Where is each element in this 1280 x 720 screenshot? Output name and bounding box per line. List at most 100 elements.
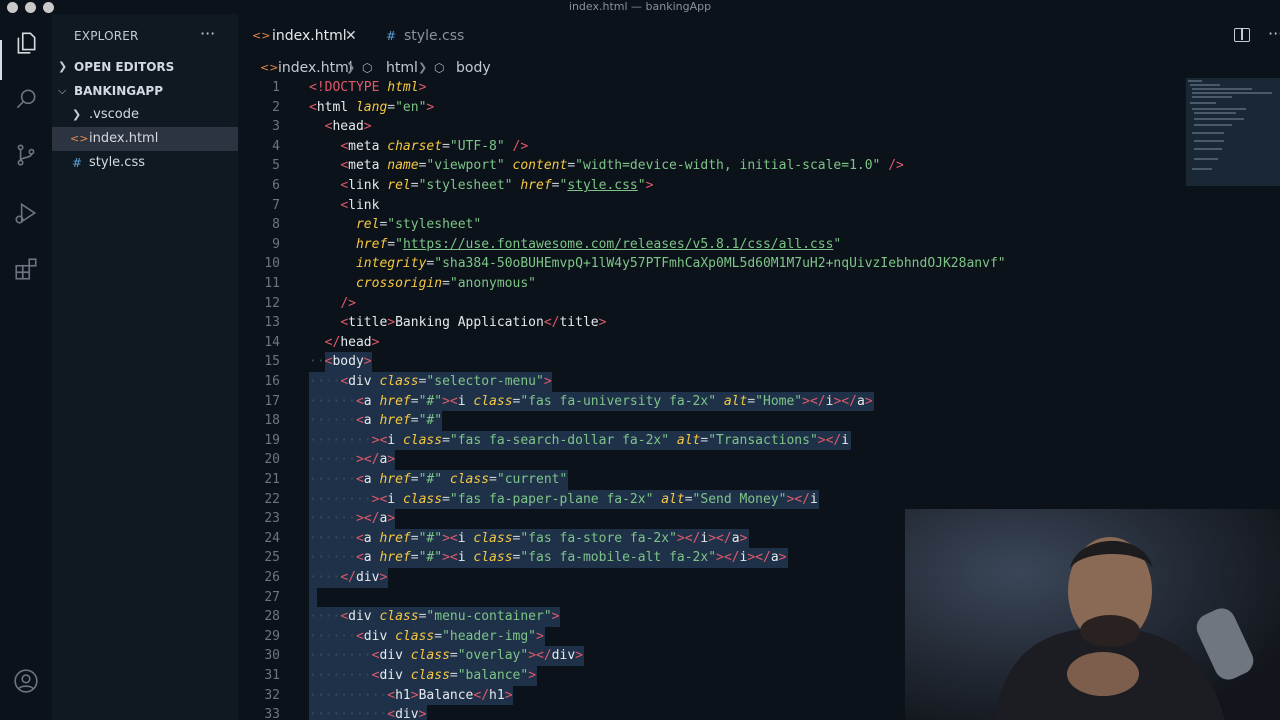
line-number: 1 xyxy=(272,80,280,95)
code-token-tag: ></ xyxy=(802,393,826,409)
code-line[interactable]: 5 <meta name="viewport" content="width=d… xyxy=(238,156,1280,176)
code-text: ······<a href="#"><i class="fas fa-unive… xyxy=(309,391,875,412)
code-text: ····<div class="menu-container"> xyxy=(309,607,561,627)
tree-item-style-css[interactable]: # style.css xyxy=(52,151,238,175)
code-token-name: html xyxy=(316,99,356,115)
breadcrumb-item[interactable]: body xyxy=(456,58,491,78)
code-line[interactable]: 12 /> xyxy=(238,294,1280,314)
more-actions-icon[interactable]: ··· xyxy=(200,24,215,43)
tree-item-label: index.html xyxy=(89,131,159,146)
close-tab-icon[interactable]: ✕ xyxy=(345,14,357,58)
code-text: <title>Banking Application</title> xyxy=(309,313,606,333)
code-token-name: div xyxy=(379,668,411,683)
code-line[interactable]: 19 ········><i class="fas fa-search-dolla… xyxy=(238,430,1280,451)
code-token-attr: class xyxy=(410,648,450,664)
code-token-name: i xyxy=(457,393,474,409)
tab-style-css[interactable]: # style.css xyxy=(370,14,480,58)
tab-index-html[interactable]: <> index.html ✕ xyxy=(238,14,370,58)
code-token-tag: > xyxy=(575,648,583,664)
open-editors-section[interactable]: ❯ OPEN EDITORS xyxy=(52,55,238,79)
indent-guide: ···· xyxy=(309,374,341,389)
indent-guide: ···· xyxy=(309,609,341,625)
project-label: BANKINGAPP xyxy=(74,84,164,98)
code-line[interactable]: 2 <html lang="en"> xyxy=(238,98,1280,118)
code-token-name: div xyxy=(348,374,380,389)
code-token-tag: > xyxy=(739,530,748,546)
code-token-tag: > xyxy=(387,511,396,527)
code-line[interactable]: 7 <link xyxy=(238,196,1280,216)
project-section[interactable]: ⌵ BANKINGAPP xyxy=(52,79,238,103)
code-text: ······></a> xyxy=(309,450,396,470)
code-token-attr: html xyxy=(387,80,419,95)
code-line[interactable]: 13 <title>Banking Application</title> xyxy=(238,313,1280,333)
split-editor-icon[interactable] xyxy=(1234,28,1250,42)
account-icon[interactable] xyxy=(13,668,39,694)
code-token-name: i xyxy=(457,530,474,546)
code-text: <link xyxy=(309,196,379,216)
code-token-tag: /> xyxy=(880,158,904,174)
code-token-tag: < xyxy=(340,138,349,154)
code-token-eq: = xyxy=(684,491,693,507)
extensions-icon[interactable] xyxy=(13,256,39,282)
tree-item-vscode[interactable]: ❯ .vscode xyxy=(52,103,238,127)
indent-guide: ······ xyxy=(309,628,356,644)
code-token-eq: = xyxy=(410,472,419,487)
code-line[interactable]: 20 ······></a> xyxy=(238,450,1280,470)
source-control-icon[interactable] xyxy=(13,142,39,168)
code-line[interactable]: 16 ····<div class="selector-menu"> xyxy=(238,372,1280,392)
code-line[interactable]: 14 </head> xyxy=(238,333,1280,353)
code-line[interactable]: 22 ········><i class="fas fa-paper-plane … xyxy=(238,489,1280,510)
tree-item-index-html[interactable]: <> index.html xyxy=(52,127,238,151)
code-token-name: h1 xyxy=(395,687,411,703)
code-token-name: meta xyxy=(348,138,388,154)
code-token-attr: href xyxy=(355,236,388,252)
code-token-name: a xyxy=(731,530,740,546)
code-token-attr: rel xyxy=(355,217,380,233)
code-token-eq: = xyxy=(747,393,756,409)
code-token-name: title xyxy=(559,315,599,331)
activity-bar xyxy=(0,14,52,720)
tree-item-label: style.css xyxy=(89,155,145,170)
line-number: 19 xyxy=(264,432,280,448)
code-line[interactable]: 18 ······<a href="#" xyxy=(238,411,1280,431)
code-line[interactable]: 4 <meta charset="UTF-8" /> xyxy=(238,137,1280,157)
code-token-eq: = xyxy=(567,158,576,174)
code-token-attr: class xyxy=(449,472,490,487)
breadcrumb-item[interactable]: html xyxy=(386,58,418,78)
code-line[interactable]: 11 crossorigin="anonymous" xyxy=(238,274,1280,294)
line-number: 28 xyxy=(264,609,280,625)
minimap[interactable] xyxy=(1186,78,1280,188)
code-line[interactable]: 10 integrity="sha384-50oBUHEmvpQ+1lW4y57… xyxy=(238,254,1280,274)
code-line[interactable]: 6 <link rel="stylesheet" href="style.css… xyxy=(238,176,1280,196)
code-token-attr: content xyxy=(512,158,568,174)
line-number: 25 xyxy=(264,550,280,566)
search-icon[interactable] xyxy=(13,86,39,112)
code-token-attr: charset xyxy=(387,138,443,154)
code-token-eq: = xyxy=(442,138,450,154)
code-token-tag: < xyxy=(355,393,364,409)
code-token-tag: < xyxy=(309,99,317,115)
code-line[interactable]: 3 <head> xyxy=(238,117,1280,137)
code-text: ······<a href="#"><i class="fas fa-store… xyxy=(309,528,749,549)
code-token-text: Banking Application xyxy=(395,315,544,331)
code-token-attr: alt xyxy=(661,491,685,507)
code-token-tag: < xyxy=(340,178,349,193)
code-line[interactable]: 15 ··<body> xyxy=(238,352,1280,372)
files-icon[interactable] xyxy=(13,30,39,56)
code-line[interactable]: 1 <!DOCTYPE html> xyxy=(238,78,1280,98)
code-token-str: " xyxy=(637,178,646,193)
code-line[interactable]: 17 ······<a href="#"><i class="fas fa-uni… xyxy=(238,391,1280,412)
code-line[interactable]: 9 href="https://use.fontawesome.com/rele… xyxy=(238,235,1280,255)
code-token-tag: >< xyxy=(442,393,458,409)
code-token-name: i xyxy=(809,491,818,507)
more-actions-icon[interactable]: ··· xyxy=(1268,24,1280,43)
code-line[interactable]: 21 ······<a href="#" class="current" xyxy=(238,470,1280,490)
run-debug-icon[interactable] xyxy=(13,200,39,226)
breadcrumb-item[interactable]: index.html xyxy=(278,58,353,78)
code-token-name: body xyxy=(332,354,364,370)
code-token-eq: = xyxy=(489,472,497,487)
line-number: 33 xyxy=(264,707,280,720)
code-token-eq: = xyxy=(387,99,396,115)
code-token-str: "width=device-width, initial-scale=1.0" xyxy=(575,158,881,174)
code-line[interactable]: 8 rel="stylesheet" xyxy=(238,215,1280,235)
